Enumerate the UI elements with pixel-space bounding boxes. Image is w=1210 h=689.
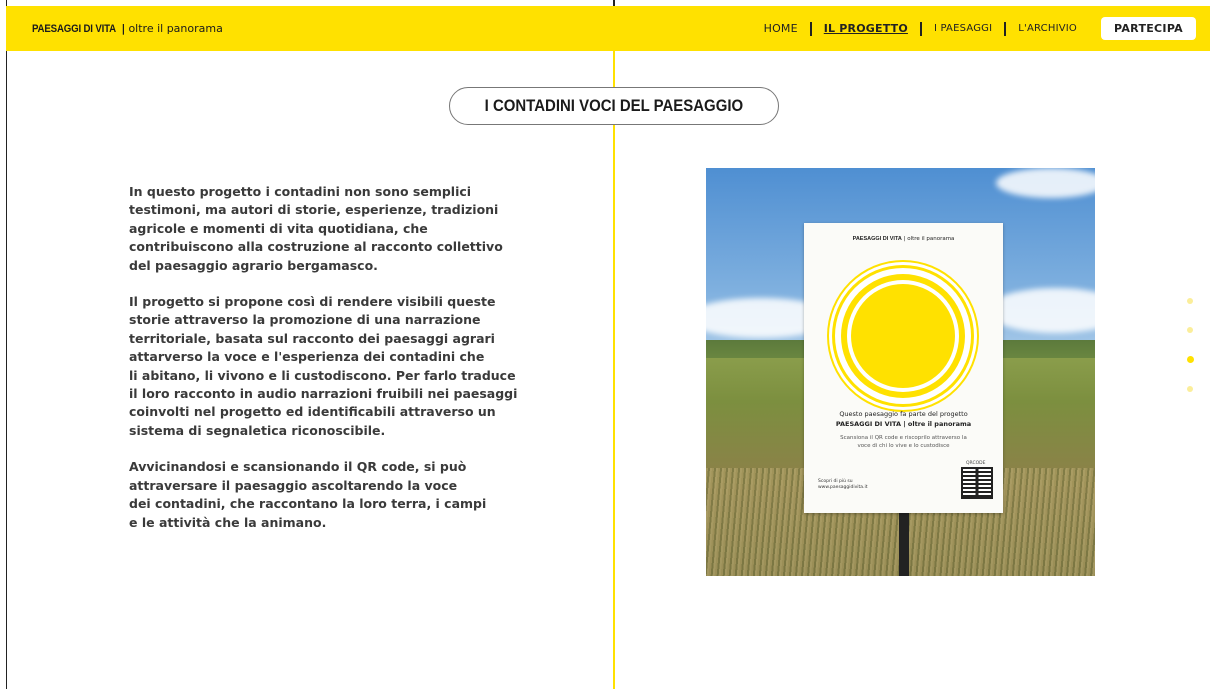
section-title-pill: I CONTADINI VOCI DEL PAESAGGIO [449,87,779,125]
nav-separator [1004,21,1007,36]
section-dots-nav [1187,298,1194,415]
paragraph-intro: In questo progetto i contadini non sono … [129,184,503,273]
description-column: In questo progetto i contadini non sono … [129,183,529,550]
sign-footer-url: www.paesaggidivita.it [818,485,868,490]
sign-brand: PAESAGGI DI VITA | oltre il panorama [804,236,1003,242]
cloud [996,168,1095,198]
sign-text-line: Scansiona il QR code e riscoprilo attrav… [840,435,967,441]
sign-text-line: voce di chi lo vive e lo custodisce [857,443,950,449]
section-dot-4[interactable] [1187,386,1193,392]
qr-code-icon [961,467,993,499]
sign-text-line: PAESAGGI DI VITA | oltre il panorama [835,420,972,428]
nav-home[interactable]: HOME [764,22,798,35]
brand-logo[interactable]: PAESAGGI DI VITA | oltre il panorama [32,22,223,35]
section-dot-2[interactable] [1187,327,1193,333]
sign-brand-name: PAESAGGI DI VITA [852,236,902,242]
paragraph-project: Il progetto si propone così di rendere v… [129,294,518,438]
project-sign-photo: PAESAGGI DI VITA | oltre il panorama Que… [706,168,1095,576]
nav-archivio[interactable]: L'ARCHIVIO [1018,23,1077,34]
sign-brand-tagline: | oltre il panorama [903,236,955,242]
left-border-line [6,0,7,689]
nav-separator [919,21,922,36]
main-nav: HOME IL PROGETTO I PAESAGGI L'ARCHIVIO P… [764,6,1196,51]
sun-logo-icon [841,274,965,398]
brand-separator: | [121,22,126,35]
top-navigation-bar: PAESAGGI DI VITA | oltre il panorama HOM… [6,6,1210,51]
qr-label: QRCODE [966,461,986,466]
brand-name: PAESAGGI DI VITA [32,23,116,35]
section-title: I CONTADINI VOCI DEL PAESAGGIO [484,96,744,115]
sign-pole [899,513,909,576]
nav-separator [809,21,812,36]
sign-footer: Scopri di più su www.paesaggidivita.it [818,479,868,491]
nav-il-progetto[interactable]: IL PROGETTO [824,22,908,35]
section-dot-1[interactable] [1187,298,1193,304]
paragraph-qr: Avvicinandosi e scansionando il QR code,… [129,459,487,530]
brand-tagline: oltre il panorama [128,22,223,35]
sign-panel: PAESAGGI DI VITA | oltre il panorama Que… [804,223,1003,513]
nav-i-paesaggi[interactable]: I PAESAGGI [934,23,992,34]
section-dot-3[interactable] [1187,356,1194,363]
partecipa-button[interactable]: PARTECIPA [1101,17,1196,40]
sign-text-line: Questo paesaggio fa parte del progetto [839,410,968,418]
